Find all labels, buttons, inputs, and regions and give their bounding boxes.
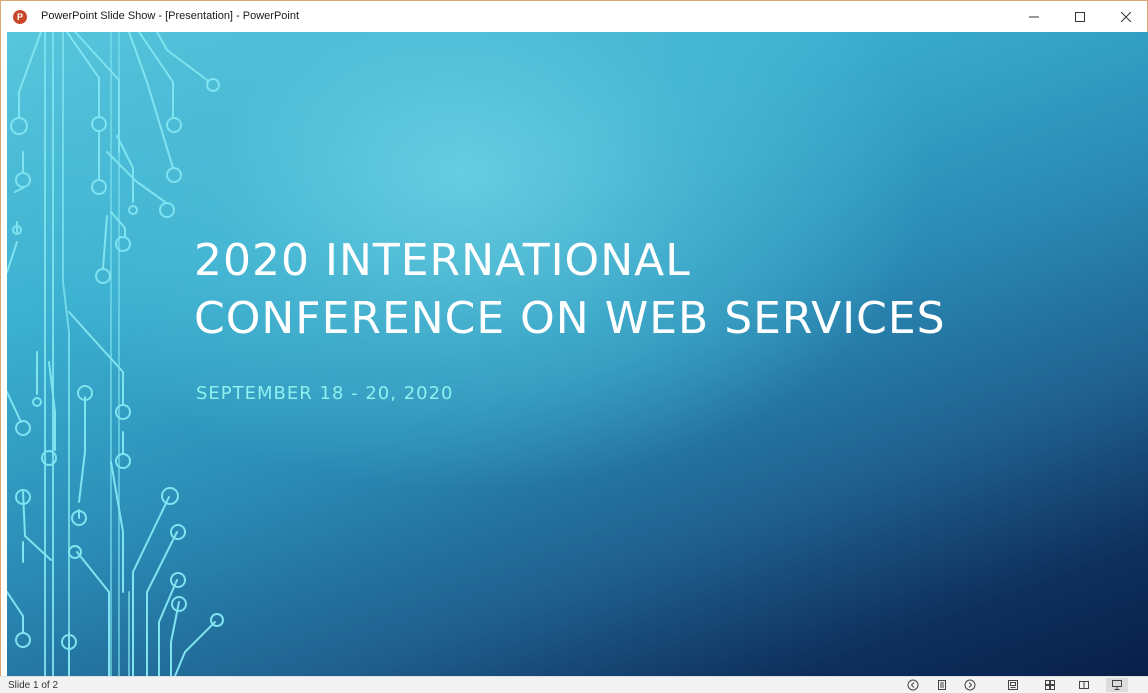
minimize-button[interactable]: [1011, 1, 1057, 33]
next-slide-button[interactable]: [962, 678, 978, 692]
previous-slide-button[interactable]: [905, 678, 921, 692]
window-titlebar: P PowerPoint Slide Show - [Presentation]…: [0, 0, 1148, 32]
slide-sorter-button[interactable]: [1042, 678, 1058, 692]
slide-title-line-1: 2020 INTERNATIONAL: [194, 235, 691, 286]
close-icon: [1121, 12, 1131, 22]
normal-view-button[interactable]: [1005, 678, 1021, 692]
circuit-decoration: [7, 32, 224, 676]
next-slide-icon: [964, 679, 976, 691]
close-button[interactable]: [1103, 1, 1148, 33]
slide-subtitle: SEPTEMBER 18 - 20, 2020: [196, 383, 454, 404]
previous-slide-icon: [907, 679, 919, 691]
slide-show-button[interactable]: [1106, 678, 1128, 692]
window-title: PowerPoint Slide Show - [Presentation] -…: [41, 10, 300, 22]
slide-menu-button[interactable]: [934, 678, 950, 692]
minimize-icon: [1029, 16, 1039, 18]
slide-title-line-2: CONFERENCE ON WEB SERVICES: [194, 293, 946, 344]
reading-view-button[interactable]: [1076, 678, 1092, 692]
maximize-icon: [1075, 12, 1085, 22]
slide-title: 2020 INTERNATIONAL CONFERENCE ON WEB SER…: [194, 232, 1094, 348]
slide-counter: Slide 1 of 2: [8, 680, 59, 691]
reading-view-icon: [1079, 681, 1089, 689]
slide-sorter-icon: [1045, 680, 1055, 690]
normal-view-icon: [1008, 680, 1018, 690]
slide-canvas[interactable]: 2020 INTERNATIONAL CONFERENCE ON WEB SER…: [7, 32, 1148, 676]
slide-menu-icon: [938, 680, 946, 690]
maximize-button[interactable]: [1057, 1, 1103, 33]
window-frame-left: [0, 32, 7, 676]
status-bar: Slide 1 of 2: [0, 676, 1148, 693]
powerpoint-icon[interactable]: P: [13, 10, 27, 24]
slide-show-icon: [1112, 680, 1122, 690]
